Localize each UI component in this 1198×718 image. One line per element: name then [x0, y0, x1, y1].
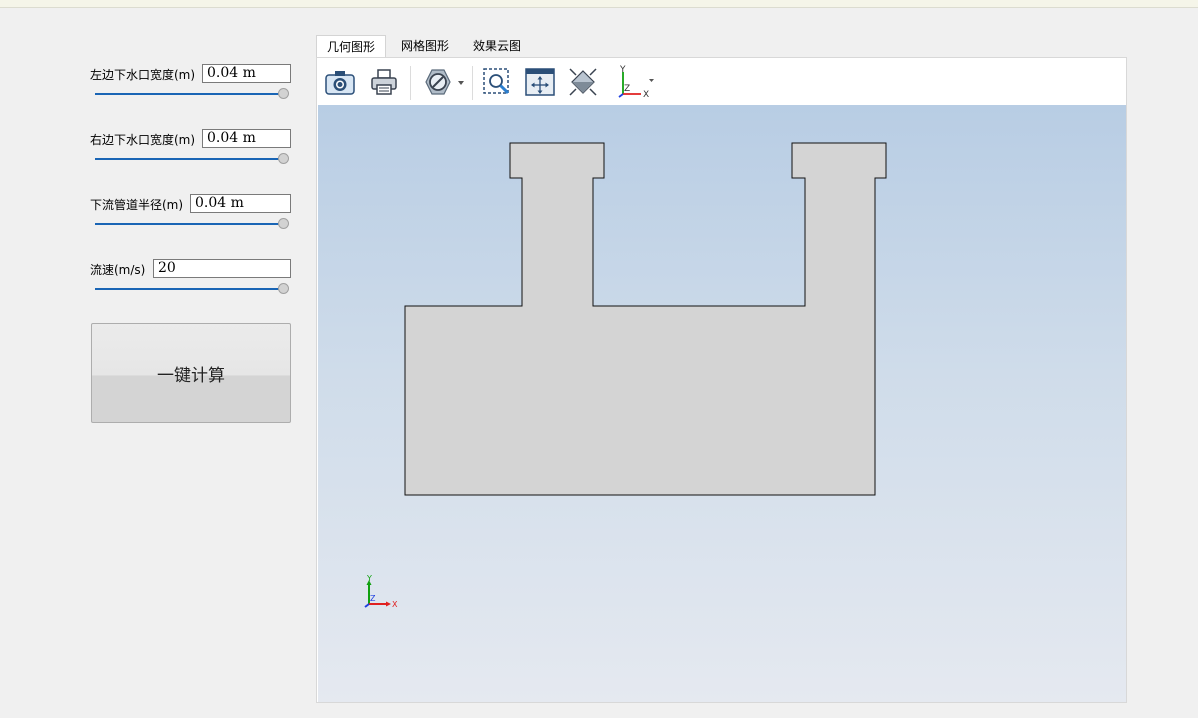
pipe-radius-slider[interactable] [95, 218, 290, 230]
right-width-slider[interactable] [95, 153, 290, 165]
geometry-canvas: Y X Z [364, 142, 887, 609]
slider-track [95, 158, 284, 160]
left-width-slider[interactable] [95, 88, 290, 100]
top-strip [0, 0, 1198, 8]
slider-track [95, 223, 284, 225]
axis-triad: Y X Z [364, 574, 398, 609]
toolbar-separator [472, 66, 473, 100]
slider-thumb[interactable] [278, 283, 289, 294]
calculate-button[interactable]: 一键计算 [91, 323, 291, 423]
fit-view-icon[interactable] [523, 66, 557, 98]
axis-label-x: X [392, 600, 398, 609]
tab-contour[interactable]: 效果云图 [462, 35, 532, 58]
zoom-box-icon[interactable] [480, 66, 514, 98]
svg-text:Z: Z [624, 84, 630, 94]
left-width-field[interactable]: 0.04 m [202, 64, 291, 83]
slider-thumb[interactable] [278, 218, 289, 229]
axes-icon[interactable]: Y X Z [611, 65, 655, 99]
slider-track [95, 93, 284, 95]
toolbar-separator [410, 66, 411, 100]
geometry-shape [404, 142, 887, 496]
geometry-viewport[interactable]: Y X Z [318, 105, 1126, 702]
print-icon[interactable] [367, 66, 401, 98]
right-width-field[interactable]: 0.04 m [202, 129, 291, 148]
axis-label-y: Y [366, 574, 372, 583]
flow-speed-label: 流速(m/s) [90, 263, 146, 277]
svg-text:Y: Y [619, 65, 626, 75]
svg-text:X: X [643, 90, 649, 99]
iso-view-icon[interactable] [566, 66, 600, 98]
display-style-icon[interactable] [423, 66, 467, 98]
viewer-panel: Y X Z Y X Z [316, 57, 1127, 703]
tab-mesh[interactable]: 网格图形 [390, 35, 460, 58]
pipe-radius-field[interactable]: 0.04 m [190, 194, 291, 213]
viewer-toolbar: Y X Z [317, 58, 1126, 105]
slider-thumb[interactable] [278, 153, 289, 164]
slider-track [95, 288, 284, 290]
right-width-label: 右边下水口宽度(m) [90, 133, 196, 147]
axis-label-z: Z [370, 594, 376, 603]
left-width-label: 左边下水口宽度(m) [90, 68, 196, 82]
camera-icon[interactable] [323, 66, 357, 98]
pipe-radius-label: 下流管道半径(m) [90, 198, 184, 212]
slider-thumb[interactable] [278, 88, 289, 99]
flow-speed-slider[interactable] [95, 283, 290, 295]
flow-speed-field[interactable]: 20 [153, 259, 291, 278]
tab-geometry[interactable]: 几何图形 [316, 35, 386, 58]
